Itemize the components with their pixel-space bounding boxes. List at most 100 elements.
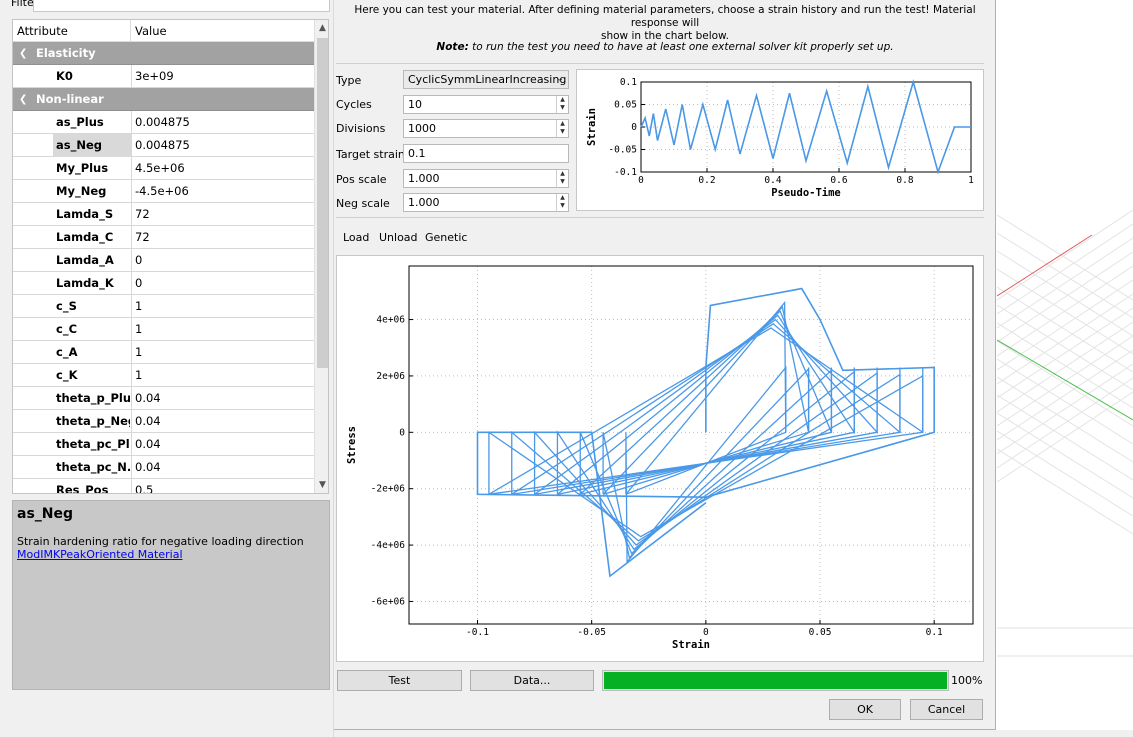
data-button[interactable]: Data... [470, 670, 594, 691]
x-tick-label: 1 [968, 175, 974, 186]
tree-row[interactable]: c_S 1 [13, 295, 314, 318]
group-elasticity[interactable]: ❮ Elasticity [13, 42, 314, 65]
tree-row[interactable]: Lamda_S 72 [13, 203, 314, 226]
x-tick-label: 0.4 [764, 175, 781, 186]
row-value[interactable]: 1 [131, 341, 314, 364]
tree-row[interactable]: theta_pc_Plus0.04 [13, 433, 314, 456]
row-value[interactable]: 1 [131, 318, 314, 341]
attribute-info-box: as_Neg Strain hardening ratio for negati… [12, 500, 330, 690]
separator [336, 217, 984, 218]
cancel-button[interactable]: Cancel [910, 699, 983, 720]
row-attribute-name: Res_Pos [56, 483, 109, 494]
row-value[interactable]: 72 [131, 203, 314, 226]
tree-row[interactable]: c_K 1 [13, 364, 314, 387]
spin-buttons[interactable]: ▲ ▼ [556, 170, 568, 187]
type-select[interactable]: CyclicSymmLinearIncreasing ⌄ [403, 70, 569, 89]
row-value[interactable]: 0.5 [131, 479, 314, 493]
tree-row[interactable]: c_C 1 [13, 318, 314, 341]
tree-row[interactable]: My_Neg -4.5e+06 [13, 180, 314, 203]
header-value[interactable]: Value [131, 20, 314, 42]
tree-row[interactable]: theta_pc_N...0.04 [13, 456, 314, 479]
spin-buttons[interactable]: ▲ ▼ [556, 194, 568, 211]
intro-line-1: Here you can test your material. After d… [354, 4, 976, 29]
neg-scale-label: Neg scale [336, 197, 390, 210]
y-tick-label: 0.1 [620, 77, 637, 88]
row-attribute-name: Lamda_S [56, 207, 114, 221]
ok-button[interactable]: OK [829, 699, 901, 720]
tree-row[interactable]: Lamda_K 0 [13, 272, 314, 295]
header-attribute[interactable]: Attribute [13, 20, 131, 42]
tree-row[interactable]: K0 3e+09 [13, 65, 314, 88]
row-value[interactable]: 4.5e+06 [131, 157, 314, 180]
row-value[interactable]: 0.004875 [131, 111, 314, 134]
y-tick-label: 0.05 [614, 100, 637, 111]
3d-viewport[interactable] [997, 0, 1133, 737]
tree-row[interactable]: Lamda_C 72 [13, 226, 314, 249]
chevron-down-icon[interactable]: ❮ [19, 42, 27, 65]
row-value[interactable]: 0.04 [131, 410, 314, 433]
row-value[interactable]: 3e+09 [131, 65, 314, 88]
row-attribute-name: theta_p_Plus [56, 391, 130, 405]
row-value[interactable]: 0.04 [131, 433, 314, 456]
progress-bar [602, 670, 949, 691]
target-strain-input[interactable]: 0.1 [403, 144, 569, 163]
spin-buttons[interactable]: ▲ ▼ [556, 120, 568, 137]
target-strain-value: 0.1 [408, 147, 426, 160]
pos-scale-spinbox[interactable]: 1.000 ▲ ▼ [403, 169, 569, 188]
separator [336, 63, 984, 64]
row-value[interactable]: 0 [131, 272, 314, 295]
scroll-thumb[interactable] [317, 38, 328, 368]
y-axis-label: Strain [586, 108, 598, 146]
tree-row[interactable]: Lamda_A 0 [13, 249, 314, 272]
pos-scale-label: Pos scale [336, 173, 387, 186]
tree-row[interactable]: My_Plus 4.5e+06 [13, 157, 314, 180]
row-value[interactable]: 0.004875 [131, 134, 314, 157]
tree-row[interactable]: theta_p_Neg 0.04 [13, 410, 314, 433]
row-value[interactable]: 1 [131, 364, 314, 387]
tab-unload[interactable]: Unload [379, 231, 418, 244]
y-tick-label: 0 [399, 427, 405, 438]
scroll-down-icon[interactable]: ▼ [315, 477, 328, 493]
spin-buttons[interactable]: ▲ ▼ [556, 96, 568, 113]
note-text: Note: to run the test you need to have a… [334, 41, 996, 53]
cycles-spinbox[interactable]: 10 ▲ ▼ [403, 95, 569, 114]
group-nonlinear[interactable]: ❮ Non-linear [13, 88, 314, 111]
row-value[interactable]: 0.04 [131, 456, 314, 479]
chevron-down-icon[interactable]: ❮ [19, 88, 27, 111]
tree-scrollbar[interactable]: ▲ ▼ [314, 20, 328, 493]
material-doc-link[interactable]: ModIMKPeakOriented Material [17, 548, 183, 561]
tree-row[interactable]: as_Neg 0.004875 [13, 134, 314, 157]
spin-down-icon: ▼ [560, 128, 565, 135]
row-value[interactable]: 72 [131, 226, 314, 249]
tree-row[interactable]: theta_p_Plus 0.04 [13, 387, 314, 410]
progress-label: 100% [951, 674, 983, 687]
tab-genetic[interactable]: Genetic [425, 231, 467, 244]
neg-scale-spinbox[interactable]: 1.000 ▲ ▼ [403, 193, 569, 212]
x-tick-label: -0.05 [577, 627, 606, 638]
row-value[interactable]: 0.04 [131, 387, 314, 410]
tab-load[interactable]: Load [343, 231, 369, 244]
type-value: CyclicSymmLinearIncreasing [408, 73, 567, 86]
x-axis-label: Pseudo-Time [771, 187, 841, 199]
target-strain-label: Target strain [336, 148, 405, 161]
divisions-spinbox[interactable]: 1000 ▲ ▼ [403, 119, 569, 138]
cycles-label: Cycles [336, 98, 372, 111]
x-tick-label: 0.8 [896, 175, 913, 186]
row-value[interactable]: 0 [131, 249, 314, 272]
material-test-dialog: Here you can test your material. After d… [334, 0, 996, 730]
tree-row[interactable]: as_Plus 0.004875 [13, 111, 314, 134]
x-tick-label: 0.05 [809, 627, 832, 638]
group-label: Non-linear [36, 92, 104, 106]
row-value[interactable]: 1 [131, 295, 314, 318]
x-tick-label: -0.1 [466, 627, 489, 638]
attribute-tree: Attribute Value ❮ Elasticity K0 3e+09 ❮ N… [12, 19, 329, 494]
row-value[interactable]: -4.5e+06 [131, 180, 314, 203]
scroll-up-icon[interactable]: ▲ [315, 20, 328, 36]
group-label: Elasticity [36, 46, 96, 60]
filter-input[interactable] [33, 0, 330, 12]
tree-rows: ❮ Elasticity K0 3e+09 ❮ Non-linear as_Plu… [13, 42, 314, 494]
row-attribute-name: K0 [56, 69, 73, 83]
test-button[interactable]: Test [337, 670, 462, 691]
tree-row[interactable]: Res_Pos 0.5 [13, 479, 314, 494]
tree-row[interactable]: c_A 1 [13, 341, 314, 364]
